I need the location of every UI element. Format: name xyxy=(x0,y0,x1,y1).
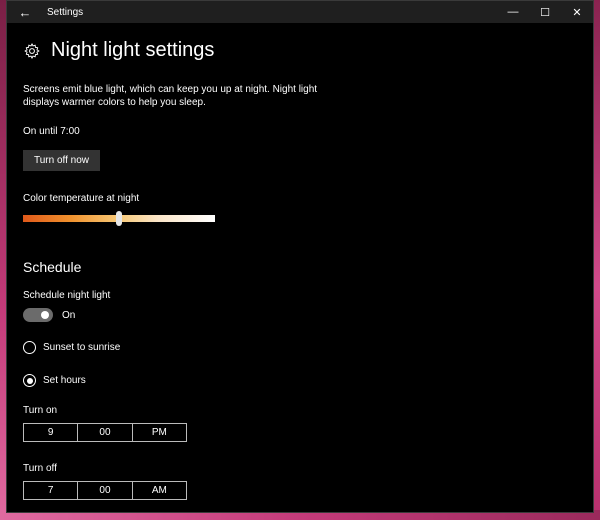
close-icon: ✕ xyxy=(572,6,582,19)
minimize-icon: — xyxy=(507,6,519,18)
slider-thumb[interactable] xyxy=(116,211,122,226)
toggle-state-text: On xyxy=(62,310,76,321)
maximize-icon: ☐ xyxy=(540,6,550,19)
ampm-field[interactable]: PM xyxy=(133,424,186,441)
turn-off-time-picker[interactable]: 7 00 AM xyxy=(23,481,187,500)
radio-sunset-to-sunrise[interactable]: Sunset to sunrise xyxy=(23,341,120,354)
radio-label: Set hours xyxy=(43,375,86,386)
titlebar: ← Settings — ☐ ✕ xyxy=(7,1,593,23)
page-title: Night light settings xyxy=(51,39,215,61)
hour-field[interactable]: 7 xyxy=(24,482,79,499)
description-text: Screens emit blue light, which can keep … xyxy=(23,84,318,108)
back-arrow-icon: ← xyxy=(18,4,32,20)
turn-off-label: Turn off xyxy=(23,463,57,474)
color-temperature-label: Color temperature at night xyxy=(23,193,140,204)
hour-field[interactable]: 9 xyxy=(24,424,79,441)
minute-field[interactable]: 00 xyxy=(78,482,133,499)
radio-button[interactable] xyxy=(23,374,36,387)
ampm-field[interactable]: AM xyxy=(133,482,186,499)
minute-field[interactable]: 00 xyxy=(78,424,133,441)
settings-window: ← Settings — ☐ ✕ Night light settings Sc… xyxy=(6,0,594,513)
turn-off-now-button[interactable]: Turn off now xyxy=(23,150,100,171)
radio-label: Sunset to sunrise xyxy=(43,342,121,353)
radio-button[interactable] xyxy=(23,341,36,354)
settings-content: Night light settings Screens emit blue l… xyxy=(23,23,583,512)
minimize-button[interactable]: — xyxy=(497,1,529,23)
schedule-heading: Schedule xyxy=(23,259,82,275)
status-text: On until 7:00 xyxy=(23,126,80,137)
schedule-toggle-label: Schedule night light xyxy=(23,290,111,301)
schedule-toggle[interactable] xyxy=(23,308,53,322)
gear-icon xyxy=(24,42,40,59)
radio-set-hours[interactable]: Set hours xyxy=(23,374,86,387)
toggle-knob xyxy=(41,311,49,319)
window-controls: — ☐ ✕ xyxy=(497,1,593,23)
close-button[interactable]: ✕ xyxy=(561,1,593,23)
back-button[interactable]: ← xyxy=(7,1,43,23)
page-header: Night light settings xyxy=(23,39,214,62)
turn-on-time-picker[interactable]: 9 00 PM xyxy=(23,423,187,442)
window-title: Settings xyxy=(47,6,84,18)
turn-on-label: Turn on xyxy=(23,405,58,416)
maximize-button[interactable]: ☐ xyxy=(529,1,561,23)
radio-selected-dot xyxy=(26,377,33,384)
